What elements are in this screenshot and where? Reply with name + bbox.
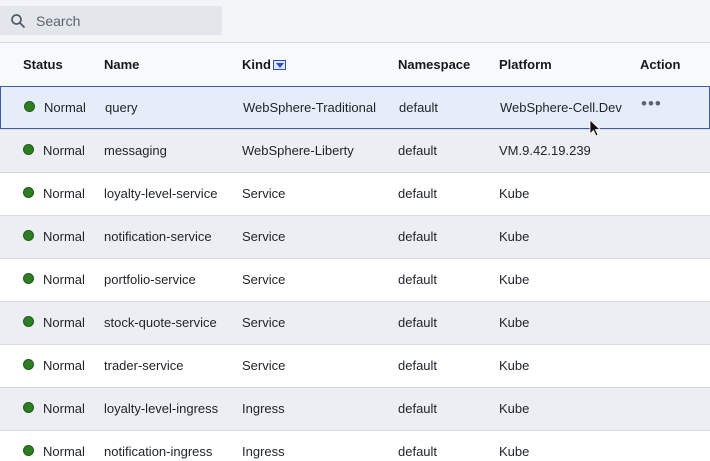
namespace-cell: default: [398, 315, 438, 330]
namespace-cell: default: [399, 100, 439, 115]
table-row[interactable]: Normal notification-service Service defa…: [0, 215, 710, 258]
status-text: Normal: [43, 229, 85, 244]
table-row[interactable]: Normal messaging WebSphere-Liberty defau…: [0, 129, 710, 172]
namespace-cell: default: [398, 401, 438, 416]
status-ok-icon: [23, 187, 34, 198]
namespace-cell: default: [398, 358, 438, 373]
name-cell[interactable]: stock-quote-service: [104, 315, 217, 330]
platform-cell: Kube: [499, 315, 530, 330]
namespace-cell: default: [398, 272, 438, 287]
namespace-cell: default: [398, 444, 438, 459]
status-text: Normal: [44, 100, 86, 115]
platform-cell: Kube: [499, 444, 530, 459]
name-cell[interactable]: query: [105, 100, 138, 115]
status-ok-icon: [23, 144, 34, 155]
kind-cell: Ingress: [242, 401, 285, 416]
toolbar: [0, 0, 710, 42]
table-row[interactable]: Normal stock-quote-service Service defau…: [0, 301, 710, 344]
status-text: Normal: [43, 358, 85, 373]
name-cell[interactable]: notification-service: [104, 229, 212, 244]
column-header-action: Action: [640, 57, 681, 72]
table-row[interactable]: Normal portfolio-service Service default…: [0, 258, 710, 301]
applications-table: Status Name Kind Namespace Platform Acti…: [0, 42, 710, 461]
mouse-pointer-icon: [589, 119, 601, 137]
column-header-kind[interactable]: Kind: [242, 57, 286, 72]
status-text: Normal: [43, 186, 85, 201]
status-ok-icon: [23, 402, 34, 413]
kind-cell: Service: [242, 229, 286, 244]
status-text: Normal: [43, 143, 85, 158]
namespace-cell: default: [398, 143, 438, 158]
search-box[interactable]: [0, 6, 222, 35]
status-text: Normal: [43, 315, 85, 330]
kind-cell: Service: [242, 315, 286, 330]
status-text: Normal: [43, 401, 85, 416]
status-ok-icon: [24, 101, 35, 112]
kind-cell: Service: [242, 358, 286, 373]
status-ok-icon: [23, 230, 34, 241]
name-cell[interactable]: trader-service: [104, 358, 183, 373]
kind-cell: Service: [242, 272, 286, 287]
table-row[interactable]: Normal query WebSphere-Traditional defau…: [0, 86, 710, 129]
column-header-name[interactable]: Name: [104, 57, 139, 72]
status-ok-icon: [23, 316, 34, 327]
name-cell[interactable]: messaging: [104, 143, 167, 158]
name-cell[interactable]: loyalty-level-service: [104, 186, 217, 201]
status-ok-icon: [23, 359, 34, 370]
status-ok-icon: [23, 273, 34, 284]
platform-cell: WebSphere-Cell.Dev: [500, 100, 622, 115]
status-text: Normal: [43, 272, 85, 287]
column-header-kind-label: Kind: [242, 57, 271, 72]
search-icon: [11, 14, 26, 29]
status-text: Normal: [43, 444, 85, 459]
table-row[interactable]: Normal loyalty-level-ingress Ingress def…: [0, 387, 710, 430]
name-cell[interactable]: loyalty-level-ingress: [104, 401, 218, 416]
kind-cell: Service: [242, 186, 286, 201]
table-header: Status Name Kind Namespace Platform Acti…: [0, 43, 710, 86]
platform-cell: VM.9.42.19.239: [499, 143, 591, 158]
kind-cell: Ingress: [242, 444, 285, 459]
search-input[interactable]: [36, 6, 216, 35]
name-cell[interactable]: portfolio-service: [104, 272, 196, 287]
status-ok-icon: [23, 445, 34, 456]
column-header-namespace[interactable]: Namespace: [398, 57, 470, 72]
platform-cell: Kube: [499, 358, 530, 373]
kind-cell: WebSphere-Liberty: [242, 143, 354, 158]
namespace-cell: default: [398, 229, 438, 244]
table-row[interactable]: Normal loyalty-level-service Service def…: [0, 172, 710, 215]
kind-cell: WebSphere-Traditional: [243, 100, 376, 115]
overflow-menu-icon[interactable]: •••: [641, 95, 662, 112]
name-cell[interactable]: notification-ingress: [104, 444, 212, 459]
platform-cell: Kube: [499, 186, 530, 201]
platform-cell: Kube: [499, 229, 530, 244]
namespace-cell: default: [398, 186, 438, 201]
platform-cell: Kube: [499, 272, 530, 287]
sort-dropdown-icon[interactable]: [272, 59, 286, 70]
column-header-status[interactable]: Status: [23, 57, 63, 72]
table-row[interactable]: Normal notification-ingress Ingress defa…: [0, 430, 710, 461]
column-header-platform[interactable]: Platform: [499, 57, 552, 72]
table-row[interactable]: Normal trader-service Service default Ku…: [0, 344, 710, 387]
platform-cell: Kube: [499, 401, 530, 416]
